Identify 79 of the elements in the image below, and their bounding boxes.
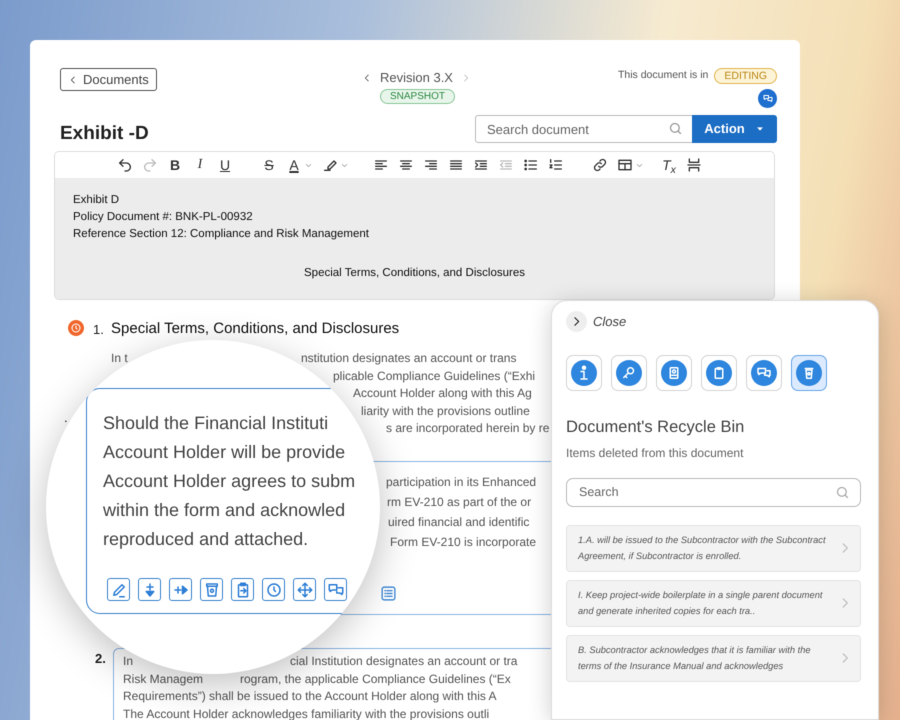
panel-tab[interactable]: [746, 355, 782, 391]
underline-button[interactable]: U: [217, 157, 233, 173]
magnified-text: Account Holder agrees to subm: [103, 470, 356, 493]
paragraph-text: Requirements”) shall be issued to the Account Holder along with this A: [123, 688, 497, 705]
insert-below-button[interactable]: [138, 578, 161, 601]
section-heading: Special Terms, Conditions, and Disclosures: [111, 319, 400, 339]
insert-after-button[interactable]: [169, 578, 192, 601]
status-label: This document is in: [618, 68, 708, 84]
strikethrough-button[interactable]: S: [261, 157, 277, 173]
edit-button[interactable]: [107, 578, 130, 601]
italic-button[interactable]: I: [192, 157, 208, 173]
magnified-text: reproduced and attached.: [103, 528, 308, 551]
editor-line: Policy Document #: BNK-PL-00932: [73, 210, 253, 225]
deleted-item-card[interactable]: I. Keep project-wide boilerplate in a single parent document and generate inherited copies for each tra..: [566, 580, 861, 627]
section-number: 1.: [93, 321, 104, 339]
bold-button[interactable]: B: [167, 157, 183, 173]
bullet-list-icon[interactable]: [523, 157, 539, 173]
move-icon: [296, 580, 314, 598]
clear-format-button[interactable]: T$_{x}$: [661, 157, 677, 173]
editor-line: Reference Section 12: Compliance and Risk Management: [73, 227, 369, 242]
search-field[interactable]: Search document: [475, 115, 693, 143]
panel-tab[interactable]: [611, 355, 647, 391]
paragraph-text: Account Holder along with this Ag: [353, 385, 532, 402]
back-button[interactable]: Documents: [60, 68, 157, 91]
paragraph-text: liarity with the provisions outline: [361, 402, 530, 420]
panel-subtitle: Items deleted from this document: [566, 444, 744, 462]
paragraph-text: Risk Managem: [123, 670, 204, 688]
paragraph-text: uired financial and identific: [388, 514, 530, 531]
paragraph-text: rm EV-210 as part of the or: [387, 494, 532, 511]
deleted-item-card[interactable]: B. Subcontractor acknowledges that it is familiar with the terms of the Insurance Manual and acknowledges: [566, 634, 861, 682]
paragraph-text: s are incorporated herein by re: [386, 420, 550, 437]
paragraph-text: In: [123, 653, 134, 670]
search-field[interactable]: Search: [566, 478, 861, 507]
table-icon[interactable]: [617, 157, 633, 173]
clipboard-button[interactable]: [231, 578, 254, 601]
paragraph-text: In t: [111, 350, 128, 367]
snapshot-badge: SNAPSHOT: [380, 89, 456, 104]
revision-label: Revision 3.X: [380, 69, 453, 87]
chat-icon: [762, 92, 774, 104]
section-number: 2.: [95, 650, 106, 668]
magnified-text: within the form and acknowled: [103, 499, 346, 522]
link-icon[interactable]: [592, 157, 608, 173]
deleted-item-text: B. Subcontractor acknowledges that it is familiar with the terms of the Insurance Manual and acknowledges: [578, 644, 812, 674]
undo-icon[interactable]: [117, 157, 133, 173]
search-icon: [835, 484, 850, 500]
paragraph-text: cial Institution designates an account or tra: [290, 653, 518, 670]
editing-badge: EDITING: [714, 68, 777, 84]
magnified-text: Should the Financial Instituti: [103, 412, 328, 435]
action-button[interactable]: Action: [692, 115, 777, 143]
move-button[interactable]: [293, 578, 316, 601]
panel-tab[interactable]: [791, 355, 827, 391]
editor-heading: Special Terms, Conditions, and Disclosures: [304, 266, 525, 281]
paragraph-text: rogram, the applicable Compliance Guidelines (“Ex: [240, 670, 511, 688]
paragraph-text: plicable Compliance Guidelines (“Exhi: [333, 368, 536, 384]
history-button[interactable]: [262, 578, 285, 601]
document-title: Exhibit -D: [60, 122, 149, 146]
recycle-bin-button[interactable]: [200, 578, 223, 601]
paragraph-text: Form EV-210 is incorporate: [390, 534, 536, 551]
panel-title: Document's Recycle Bin: [566, 417, 746, 438]
search-icon: [668, 121, 683, 136]
paragraph-text: participation in its Enhanced: [386, 474, 536, 491]
panel-tab[interactable]: [656, 355, 692, 391]
paragraph-text: The Account Holder acknowledges familiarity with the provisions outli: [123, 706, 490, 720]
text-color-button[interactable]: A: [286, 157, 302, 173]
panel-tab[interactable]: [701, 355, 737, 391]
magnified-text: Account Holder will be provide: [103, 441, 346, 464]
comment-button[interactable]: [324, 578, 347, 601]
chat-button[interactable]: [758, 89, 777, 108]
deleted-item-card[interactable]: 1.A. will be issued to the Subcontractor with the Subcontract Agreement, if Subcontractor is enrolled.: [566, 524, 861, 572]
deleted-item-text: I. Keep project-wide boilerplate in a single parent document and generate inherited copies for each tra..: [578, 589, 824, 618]
close-button[interactable]: Close: [566, 311, 626, 332]
page-break-icon[interactable]: [686, 157, 702, 173]
bullet-mark: .: [64, 409, 68, 427]
deleted-item-text: 1.A. will be issued to the Subcontractor with the Subcontract Agreement, if Subcontractor is enrolled.: [578, 534, 827, 564]
paragraph-text: nstitution designates an account or trans: [301, 350, 516, 367]
panel-tab[interactable]: [566, 355, 602, 391]
history-icon: [264, 580, 282, 598]
list-icon[interactable]: [380, 585, 397, 602]
editor-line: Exhibit D: [73, 193, 120, 208]
